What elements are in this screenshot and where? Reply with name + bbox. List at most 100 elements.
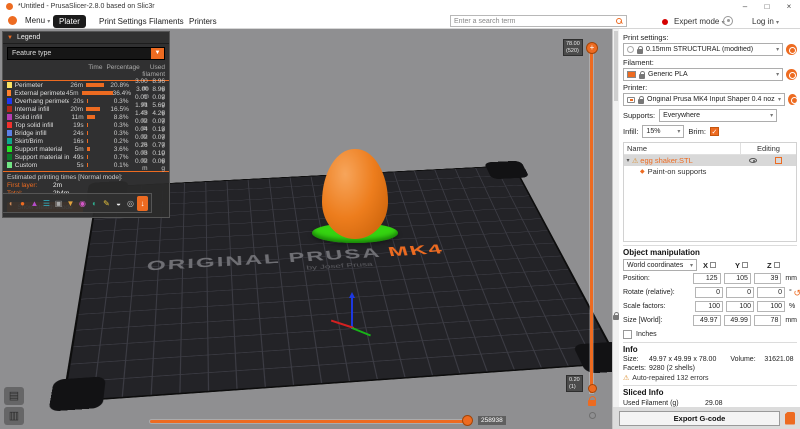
bed-corner-pad [48, 376, 106, 411]
percentage-bar [87, 147, 90, 151]
layer-slider[interactable] [590, 49, 593, 393]
toolbar-icon-box[interactable]: ▣ [53, 196, 64, 211]
minimize-button[interactable]: – [734, 0, 756, 13]
info-title: Info [623, 342, 797, 354]
gcode-move-slider-handle[interactable] [462, 415, 473, 426]
toolbar-icon-layers[interactable]: ☰ [41, 196, 52, 211]
y-axis-header: Y [735, 261, 748, 270]
object-child-row[interactable]: ◆ Paint-on supports [624, 166, 796, 177]
layer-slider-top-tooltip: 78.00 (520) [563, 39, 583, 56]
one-layer-mode-icon[interactable] [589, 412, 596, 419]
axis-value-input[interactable]: 125 [693, 273, 720, 284]
sidebar-scrollbar[interactable] [613, 29, 619, 429]
menu-button[interactable]: Menu ▾ [25, 16, 50, 25]
infill-select[interactable]: 15% ▾ [642, 125, 684, 138]
feature-color-swatch [7, 114, 12, 120]
coordinates-select[interactable]: World coordinates ▾ [623, 259, 697, 271]
search-input[interactable]: Enter a search term [450, 15, 627, 27]
object-row-selected[interactable]: ▾ ⚠ egg shaker.STL [624, 155, 796, 166]
axis-settings-icon[interactable] [710, 262, 716, 268]
lock-icon[interactable] [588, 400, 596, 406]
brim-label: Brim: [688, 127, 706, 136]
feature-color-swatch [7, 154, 12, 160]
axis-value-input[interactable]: 100 [695, 301, 723, 312]
axis-settings-icon[interactable] [742, 262, 748, 268]
layer-slider-top-handle[interactable]: + [586, 42, 598, 54]
expand-caret-icon[interactable]: ▾ [624, 157, 632, 164]
printer-gear-icon[interactable] [788, 94, 797, 105]
printer-select[interactable]: Original Prusa MK4 Input Shaper 0.4 nozz… [623, 93, 785, 106]
tab-plater[interactable]: Plater [53, 15, 86, 28]
axis-value-input[interactable]: 0 [757, 287, 785, 298]
toolbar-icon-spool[interactable]: ▼ [65, 196, 76, 211]
inches-label: Inches [636, 331, 657, 338]
close-button[interactable]: × [778, 0, 800, 13]
toolbar-icon-seam[interactable]: ◒ [113, 196, 124, 211]
paint-supports-icon: ◆ [640, 168, 645, 175]
first-layer-time: 2m [53, 182, 62, 189]
legend-header[interactable]: ▼ Legend [3, 32, 169, 44]
percentage-bar [87, 163, 88, 167]
feature-color-swatch [7, 146, 12, 152]
mode-selector[interactable]: Expert mode ▾ [674, 17, 725, 26]
viewport-3d[interactable]: ORIGINAL PRUSA MK4 by Josef Prusa ▼ Lege… [0, 29, 612, 429]
feature-color-swatch [7, 162, 12, 168]
export-gcode-button[interactable]: Export G-code [619, 411, 780, 426]
toolbar-icon-hourglass[interactable]: ◐ [89, 196, 100, 211]
filament-gear-icon[interactable] [786, 69, 797, 80]
preview-view-icon[interactable]: ▥ [4, 407, 24, 425]
eye-visibility-icon[interactable] [749, 158, 757, 163]
tab-printers[interactable]: Printers [183, 15, 223, 28]
axis-value-input[interactable]: 78 [754, 315, 781, 326]
axis-value-input[interactable]: 39 [754, 273, 781, 284]
login-button[interactable]: Log in ▾ [752, 17, 779, 26]
axis-settings-icon[interactable] [774, 262, 780, 268]
supports-select[interactable]: Everywhere ▾ [659, 109, 777, 122]
chevron-down-icon: ▾ [776, 71, 779, 78]
editing-icon[interactable] [775, 157, 782, 164]
size-value: 49.97 x 49.99 x 78.00 [649, 356, 716, 363]
feature-color-swatch [7, 138, 12, 144]
axis-value-input[interactable]: 49.99 [724, 315, 751, 326]
print-settings-select[interactable]: 0.15mm STRUCTURAL (modified) ▾ [623, 43, 783, 56]
inches-checkbox[interactable] [623, 330, 632, 339]
maximize-button[interactable]: □ [756, 0, 778, 13]
toolbar-icon-pencil[interactable]: ✎ [101, 196, 112, 211]
axis-value-input[interactable]: 105 [724, 273, 751, 284]
axis-value-input[interactable]: 0 [695, 287, 723, 298]
supports-label: Supports: [623, 111, 655, 120]
filter-icon[interactable]: ▼ [151, 48, 164, 59]
axis-value-input[interactable]: 100 [757, 301, 785, 312]
bed-corner-pad [484, 161, 530, 180]
collapse-icon[interactable]: ▼ [7, 35, 13, 41]
toolbar-icon-prusa[interactable]: ● [17, 196, 28, 211]
percentage-bar [87, 115, 95, 119]
prusaslicer-window: *Untitled - PrusaSlicer-2.8.0 based on S… [0, 0, 800, 429]
scrollbar-thumb[interactable] [614, 31, 618, 101]
user-account-icon[interactable] [723, 16, 733, 26]
used-filament-g: Used Filament (g) 29.08 [623, 400, 797, 407]
object-name[interactable]: egg shaker.STL [640, 156, 749, 165]
axis-value-input[interactable]: 0 [726, 287, 754, 298]
uniform-scale-lock-icon[interactable] [613, 315, 619, 320]
toolbar-icon-pyramid[interactable]: ▲ [29, 196, 40, 211]
prusa-logo-icon [6, 3, 13, 10]
toolbar-icon-sphere[interactable]: ◉ [77, 196, 88, 211]
toolbar-icon-hand[interactable]: ◖ [5, 196, 16, 211]
gcode-move-slider[interactable] [150, 420, 472, 423]
brim-checkbox[interactable]: ✓ [710, 127, 719, 136]
layer-slider-bottom-handle[interactable] [588, 384, 597, 393]
axis-value-input[interactable]: 100 [726, 301, 754, 312]
editor-view-icon[interactable]: ▤ [4, 387, 24, 405]
toolbar-icon-arrow-down[interactable]: ↓ [137, 196, 148, 211]
filament-select[interactable]: Generic PLA ▾ [623, 68, 783, 81]
axis-value-input[interactable]: 49.97 [693, 315, 720, 326]
printer-label: Printer: [623, 83, 797, 92]
view-type-select[interactable]: Feature type ▼ [7, 47, 165, 60]
print-settings-gear-icon[interactable] [786, 44, 797, 55]
profile-icon [627, 46, 634, 53]
sd-card-icon[interactable] [785, 412, 795, 425]
search-icon[interactable] [616, 18, 623, 25]
toolbar-icon-wireframe[interactable]: ◎ [125, 196, 136, 211]
percentage-bar [87, 155, 88, 159]
